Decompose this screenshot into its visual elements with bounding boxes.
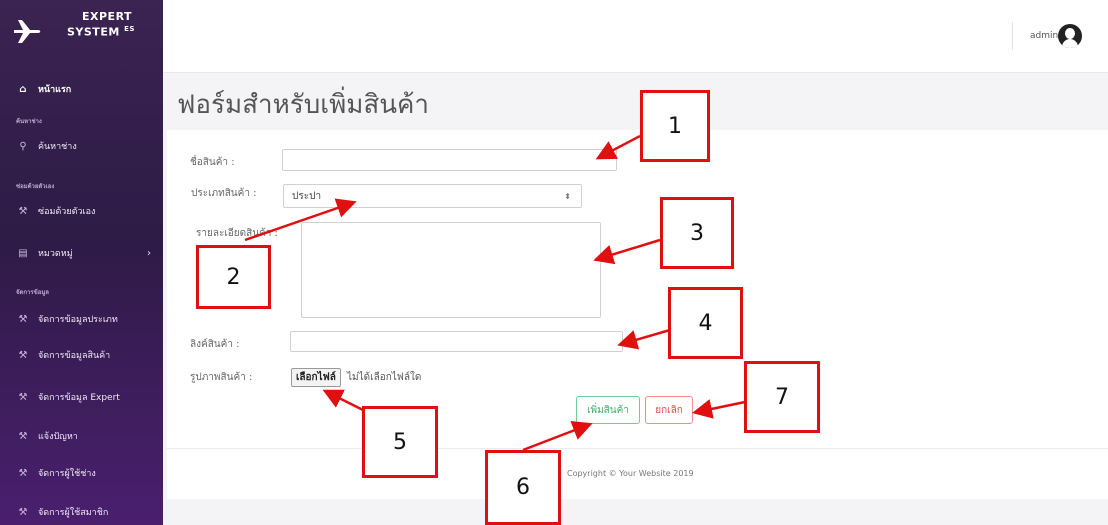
product-name-label: ชื่อสินค้า : [190,157,235,168]
sidebar-item-label: ค้นหาช่าง [38,142,77,152]
brand[interactable]: EXPERT SYSTEM ES [0,0,163,72]
sidebar-item-label: ซ่อมด้วยตัวเอง [38,207,96,217]
copyright-text: Copyright © Your Website 2019 [567,469,694,478]
topbar-divider [1012,22,1013,50]
sidebar-item-report-problem[interactable]: ⚒ แจ้งปัญหา [0,424,163,448]
annotation-7: 7 [744,361,820,433]
no-file-chosen-text: ไม่ได้เลือกไฟล์ใด [347,372,422,383]
sidebar-item-label: จัดการผู้ใช้สมาชิก [38,508,109,518]
user-name[interactable]: admin [1030,31,1058,41]
sidebar-item-diy[interactable]: ⚒ ซ่อมด้วยตัวเอง [0,199,163,223]
product-name-input[interactable] [282,149,617,171]
sidebar-item-category[interactable]: ▤ หมวดหมู่ › [0,241,163,265]
sidebar-item-label: จัดการข้อมูลสินค้า [38,351,111,361]
sidebar-section-search: ค้นหาช่าง [16,118,42,125]
annotation-1: 1 [640,90,710,162]
wrench-icon: ⚒ [18,430,28,442]
sidebar-item-manage-technician[interactable]: ⚒ จัดการผู้ใช้ช่าง [0,461,163,485]
product-image-label: รูปภาพสินค้า : [190,372,253,383]
topbar: admin [163,0,1108,73]
airplane-icon [14,20,41,43]
sidebar-item-label: จัดการผู้ใช้ช่าง [38,469,96,479]
product-link-input[interactable] [290,331,623,352]
product-type-select[interactable]: ประปา ⬍ [283,184,582,208]
wrench-icon: ⚒ [18,205,28,217]
product-detail-textarea[interactable] [301,222,601,318]
sidebar-item-home[interactable]: ⌂ หน้าแรก [0,77,163,101]
sidebar-section-manage: จัดการข้อมูล [16,289,49,296]
product-link-label: ลิงค์สินค้า : [190,339,240,350]
sidebar: EXPERT SYSTEM ES ⌂ หน้าแรก ค้นหาช่าง ⚲ ค… [0,0,163,525]
annotation-4: 4 [668,287,743,359]
home-icon: ⌂ [19,83,27,95]
wrench-icon: ⚒ [18,506,28,518]
sidebar-item-label: หน้าแรก [38,85,72,95]
sidebar-item-label: จัดการข้อมูลประเภท [38,315,118,325]
chevron-right-icon: › [147,247,151,259]
search-icon: ⚲ [19,140,27,152]
sidebar-item-manage-member[interactable]: ⚒ จัดการผู้ใช้สมาชิก [0,500,163,524]
select-arrow-icon: ⬍ [564,191,571,201]
sidebar-item-manage-expert[interactable]: ⚒ จัดการข้อมูล Expert [0,385,163,409]
sidebar-item-label: หมวดหมู่ [38,249,73,259]
wrench-icon: ⚒ [18,349,28,361]
sidebar-item-manage-product[interactable]: ⚒ จัดการข้อมูลสินค้า [0,343,163,367]
cancel-button[interactable]: ยกเลิก [645,396,693,424]
product-detail-label: รายละเอียดสินค้า : [196,228,278,239]
wrench-icon: ⚒ [18,391,28,403]
annotation-6: 6 [485,450,561,525]
annotation-3: 3 [660,197,734,269]
choose-file-button[interactable]: เลือกไฟล์ [291,368,341,387]
brand-line2: SYSTEM ES [67,25,135,39]
add-product-button[interactable]: เพิ่มสินค้า [576,396,640,424]
sidebar-item-manage-type[interactable]: ⚒ จัดการข้อมูลประเภท [0,307,163,331]
product-type-selected: ประปา [292,190,322,202]
sidebar-item-label: แจ้งปัญหา [38,432,78,442]
wrench-icon: ⚒ [18,467,28,479]
avatar[interactable] [1058,24,1082,48]
brand-line1: EXPERT [82,10,133,23]
footer: Copyright © Your Website 2019 [167,448,1108,499]
sidebar-item-search[interactable]: ⚲ ค้นหาช่าง [0,134,163,158]
wrench-icon: ⚒ [18,313,28,325]
annotation-5: 5 [362,406,438,478]
annotation-2: 2 [196,245,271,309]
page-title: ฟอร์มสำหรับเพิ่มสินค้า [177,90,430,120]
product-type-label: ประเภทสินค้า : [191,188,257,199]
folder-icon: ▤ [18,247,28,259]
sidebar-item-label: จัดการข้อมูล Expert [38,393,120,403]
sidebar-section-diy: ซ่อมด้วยตัวเอง [16,183,55,190]
